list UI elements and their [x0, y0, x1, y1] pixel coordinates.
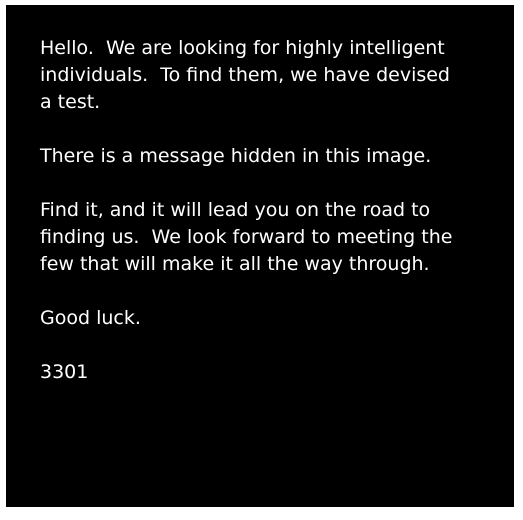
message-text: Hello. We are looking for highly intelli…	[40, 35, 490, 386]
paragraph-hidden-message: There is a message hidden in this image.	[40, 145, 432, 167]
paragraph-instructions: Find it, and it will lead you on the roa…	[40, 199, 453, 275]
message-image: Hello. We are looking for highly intelli…	[6, 5, 514, 507]
paragraph-good-luck: Good luck.	[40, 307, 141, 329]
signature: 3301	[40, 361, 89, 383]
paragraph-intro: Hello. We are looking for highly intelli…	[40, 37, 450, 113]
